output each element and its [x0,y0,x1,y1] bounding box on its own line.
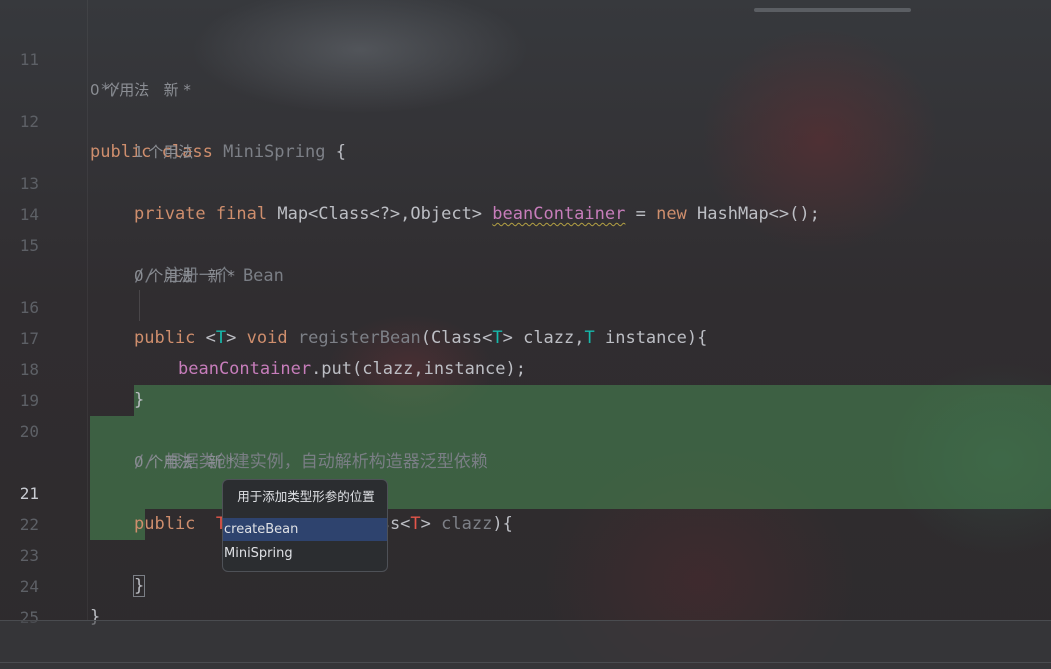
code-line[interactable]: 24 } [0,540,1051,627]
horizontal-scrollbar-thumb[interactable] [754,8,911,12]
type-parameter-location-popup[interactable]: 用于添加类型形参的位置 createBean MiniSpring [222,479,388,572]
code-line[interactable]: 14 [0,168,1051,224]
code-line[interactable]: 18 } [0,323,1051,410]
code-line[interactable]: 11 */ [0,13,1051,100]
code-line[interactable]: 15 // 注册一个 Bean [0,199,1051,286]
popup-item-minispring[interactable]: MiniSpring [223,542,387,565]
popup-title: 用于添加类型形参的位置 [237,489,375,504]
code-line[interactable]: 19 [0,354,1051,410]
usage-hint-row: 0 个用法 新 * [0,416,1051,471]
popup-item-createbean[interactable]: createBean [223,518,387,541]
code-line[interactable]: 20 // 根据类创建实例，自动解析构造器泛型依赖 [0,385,1051,472]
code-line[interactable]: 12 public class MiniSpring { [0,75,1051,162]
code-line[interactable]: 17 beanContainer.put(clazz,instance); [0,292,1051,379]
usage-hint-row: 1 个用法 [0,106,1051,161]
usage-hint-row: 0 个用法 新 * [0,230,1051,285]
code-line[interactable]: 22 [0,478,1051,534]
usage-hint-row: 0 个用法 新 * [0,44,1051,99]
code-line[interactable]: 23 } [0,509,1051,597]
code-line[interactable]: 25 [0,571,1051,627]
code-line[interactable]: 13 private final Map<Class<?>,Object> be… [0,137,1051,224]
code-line-current[interactable]: 21 public T createBean(Class<T> clazz){ [0,447,1051,534]
status-divider [0,662,1051,663]
code-line[interactable]: 16 public <T> void registerBean(Class<T>… [0,261,1051,348]
